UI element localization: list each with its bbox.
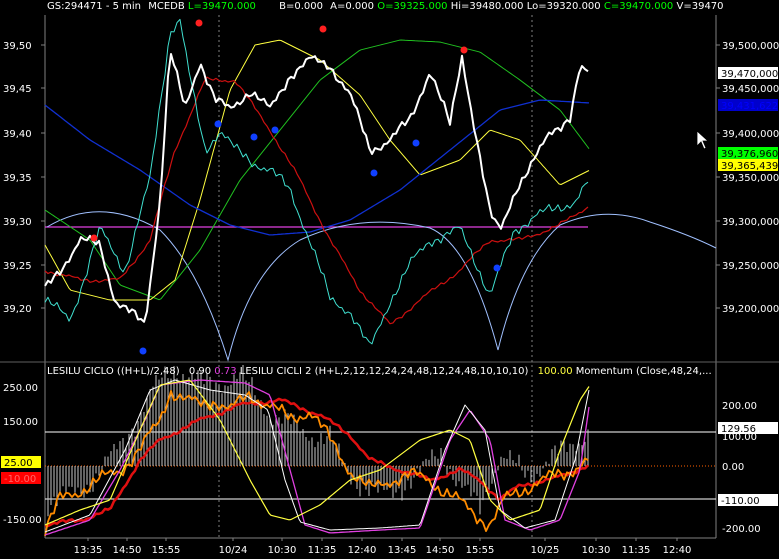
magenta-cycle-line [44,379,590,536]
red-peak-marker [319,25,327,33]
green-cycle-line [44,39,590,301]
time-axis-tick: 14:50 [113,545,142,556]
price-left-tick: 39,50 [3,41,32,52]
time-axis-tick: 13:45 [388,545,417,556]
price-right-tick: 39,500,000 [722,41,779,52]
blue-trough-marker [214,120,222,128]
header-low: Lo=39320.000 [526,1,601,12]
price-left-tick: 39,30 [3,217,32,228]
price-left-tick: 39,25 [3,261,32,272]
chart-window: 39,50 39,45 39,40 39,35 39,30 39,25 39,20 39,50… [0,0,779,559]
time-axis-tick: 10/24 [219,545,248,556]
red-ma-line [44,76,589,325]
header-volume: V=39470 [676,1,724,12]
indicator-cicli2-label: LESILU CICLI 2 (H+L,2,12,12,24,24,48,12,… [239,366,529,377]
time-axis-tick: 13:35 [74,545,103,556]
blue-trough-marker [250,133,258,141]
blue-trough-marker [412,139,420,147]
time-axis-tick: 10:30 [268,545,297,556]
yellow-cycle-osc-line [44,379,590,526]
price-right-tick: 39,250,000 [722,261,779,272]
blue-trough-marker [370,169,378,177]
yellow-cycle-line [44,39,590,301]
price-badge-label: 39,431,622 [721,101,778,112]
price-badge-label: 39,470,000 [721,69,778,80]
header-symbol: GS:294471 - 5 min [47,1,142,12]
indicator-val1: 0.90 [188,366,212,377]
red-peak-marker [90,234,98,242]
osc-left-tick: 250.00 [3,383,38,394]
time-axis-tick: 14:50 [426,545,455,556]
price-right-tick: 39,350,000 [722,173,779,184]
time-axis-tick: 11:35 [308,545,337,556]
osc-left-tick: -150.00 [3,515,42,526]
price-badge-label: 39,365,439 [721,161,778,172]
price-left-tick: 39,35 [3,173,32,184]
osc-right-badge-label: 129.56 [721,424,756,435]
indicator-ciclo-label: LESILU CICLO ((H+L)/2,48) [47,366,180,377]
time-axis-tick: 15:55 [466,545,495,556]
osc-right-tick: -200.00 [722,524,761,535]
cycle-arc-line [46,211,717,362]
header-close: C=39470.000 [603,1,674,12]
header-bar: GS:294471 - 5 min MCEDB L=39470.000 B=0.… [47,1,724,12]
header-ask: A=0.000 [330,1,375,12]
blue-trough-marker [493,264,501,272]
white-price-line [44,53,589,323]
chart-canvas: 39,50 39,45 39,40 39,35 39,30 39,25 39,20 39,50… [0,15,779,556]
indicator-val3: 100.00 [537,366,573,377]
time-axis-tick: 12:40 [348,545,377,556]
osc-left-badge-label: 25.00 [4,458,33,469]
price-left-tick: 39,40 [3,129,32,140]
price-right-tick: 39,450,000 [722,84,779,95]
header-last: L=39470.000 [187,1,256,12]
indicator-val2: 0.73 [214,366,237,377]
indicator-title: LESILU CICLO ((H+L)/2,48) 0.90 0.73 LESI… [47,366,712,377]
price-right-tick: 39,400,000 [722,129,779,140]
header-name: MCEDB [148,1,185,12]
price-right-tick: 39,300,000 [722,217,779,228]
osc-left-badge-label: -10.00 [4,474,36,485]
blue-trough-marker [139,347,147,355]
cyan-price-line [44,18,589,345]
header-open: O=39325.000 [377,1,448,12]
price-badge-label: 39,376,960 [721,149,778,160]
time-axis-tick: 15:55 [152,545,181,556]
blue-trough-marker [271,126,279,134]
red-peak-marker [460,46,468,54]
time-axis-tick: 12:40 [663,545,692,556]
price-left-tick: 39,20 [3,304,32,315]
time-axis-tick: 11:35 [622,545,651,556]
osc-right-badge-label: -110.00 [721,496,760,507]
price-left-tick: 39,45 [3,84,32,95]
header-high: Hi=39480.000 [450,1,524,12]
red-peak-marker [195,19,203,27]
osc-left-tick: 150.00 [3,417,38,428]
osc-right-tick: 200.00 [722,401,757,412]
indicator-momentum-label: Momentum (Close,48,24,... [575,366,712,377]
time-axis-tick: 10/25 [531,545,560,556]
osc-right-tick: 0.00 [722,462,744,473]
time-axis-tick: 10:30 [582,545,611,556]
price-right-tick: 39,200,000 [722,304,779,315]
header-bid: B=0.000 [279,1,323,12]
